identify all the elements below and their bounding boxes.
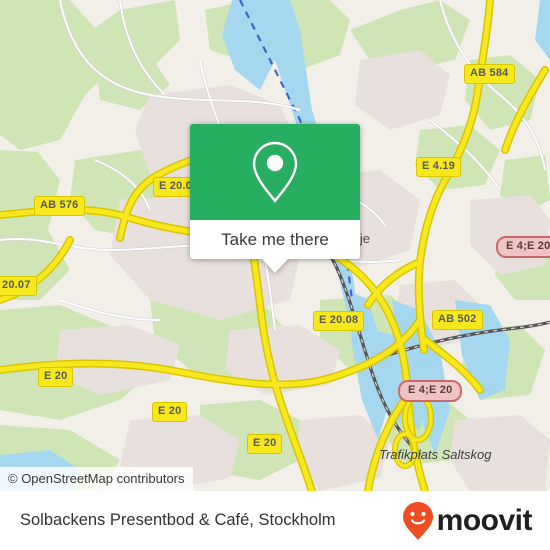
popup-header	[190, 124, 360, 220]
road-shield: E 4;E 20	[398, 380, 463, 402]
take-me-there-button[interactable]: Take me there	[190, 220, 360, 259]
road-shield: E 4.19	[416, 157, 462, 177]
road-shield: 20.07	[0, 276, 37, 296]
moovit-logo[interactable]: moovit	[401, 501, 533, 541]
location-popup[interactable]: Take me there	[190, 124, 360, 273]
road-shield: AB 584	[464, 64, 515, 84]
road-shield: E 20	[38, 367, 74, 387]
map-attribution[interactable]: © OpenStreetMap contributors	[0, 467, 193, 491]
moovit-wordmark: moovit	[436, 503, 533, 537]
take-me-there-label: Take me there	[221, 229, 329, 249]
moovit-pin-smiley-icon	[402, 501, 433, 540]
popup-tail	[262, 259, 288, 273]
road-shield: E 20.08	[313, 311, 365, 331]
place-label-junction: Trafikplats Saltskog	[379, 447, 492, 462]
map-canvas[interactable]: AB 584 E 4.19 E 20.0 AB 576 E 4;E 20 20.…	[0, 0, 550, 491]
road-shield: AB 576	[34, 196, 85, 216]
road-shield: AB 502	[432, 310, 483, 330]
moovit-map-screenshot: AB 584 E 4.19 E 20.0 AB 576 E 4;E 20 20.…	[0, 0, 550, 550]
location-title: Solbackens Presentbod & Café, Stockholm	[20, 511, 336, 529]
road-shield: E 20	[247, 434, 283, 454]
road-shield: E 20	[152, 402, 188, 422]
footer-bar: Solbackens Presentbod & Café, Stockholm …	[0, 491, 550, 550]
map-pin-icon	[252, 141, 298, 203]
road-shield: E 4;E 20	[496, 236, 550, 258]
